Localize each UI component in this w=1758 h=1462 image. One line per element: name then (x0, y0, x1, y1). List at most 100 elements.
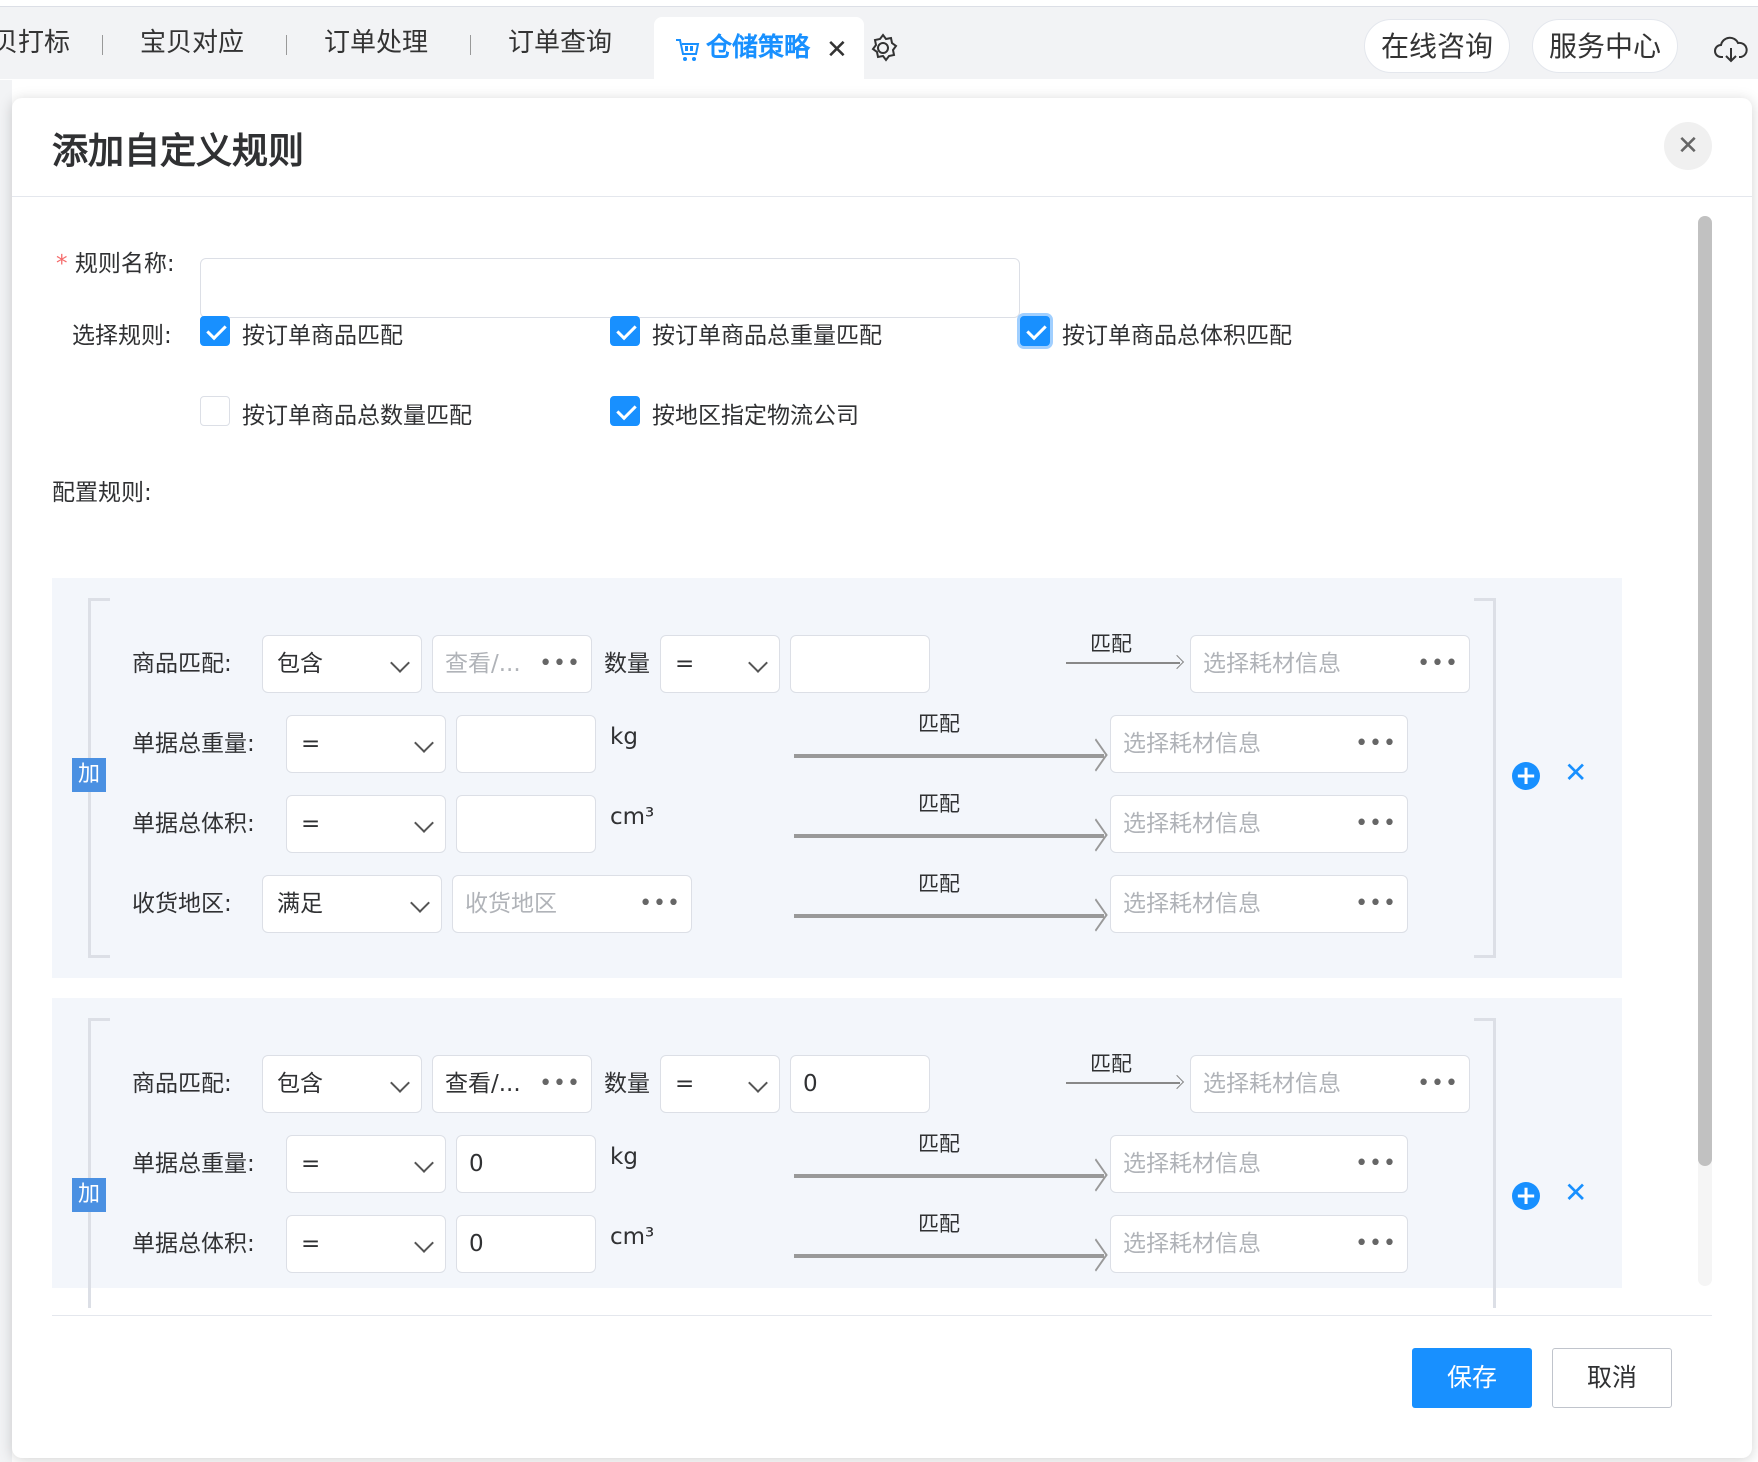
more-icon[interactable]: ••• (539, 636, 581, 692)
match-arrow (1066, 1082, 1180, 1084)
match-label: 匹配 (918, 872, 960, 896)
volume-op-value: = (301, 1231, 321, 1257)
quantity-op-value: = (675, 651, 695, 677)
weight-op-select[interactable]: = (286, 715, 446, 773)
material-select-field[interactable]: 选择耗材信息 ••• (1110, 875, 1408, 933)
gear-icon[interactable] (868, 33, 898, 63)
group-badge: 加 (72, 1178, 106, 1212)
material-select-field[interactable]: 选择耗材信息 ••• (1110, 715, 1408, 773)
chevron-down-icon (748, 1073, 768, 1093)
quantity-input[interactable]: 0 (790, 1055, 930, 1113)
online-consult-button[interactable]: 在线咨询 (1364, 19, 1510, 73)
checkbox-match-region[interactable] (610, 396, 640, 426)
checkbox-match-volume[interactable] (1020, 316, 1050, 346)
material-select-field[interactable]: 选择耗材信息 ••• (1110, 1135, 1408, 1193)
checkbox-match-weight[interactable] (610, 316, 640, 346)
more-icon[interactable]: ••• (1417, 636, 1459, 692)
material-select-field[interactable]: 选择耗材信息 ••• (1110, 795, 1408, 853)
volume-input[interactable] (456, 795, 596, 853)
rule-name-input[interactable] (200, 258, 1020, 318)
match-label: 匹配 (918, 1212, 960, 1236)
chevron-down-icon (414, 1153, 434, 1173)
checkbox-label: 按订单商品总重量匹配 (652, 323, 882, 349)
material-select-field[interactable]: 选择耗材信息 ••• (1190, 1055, 1470, 1113)
cloud-download-icon[interactable] (1714, 35, 1748, 65)
tab-order-query[interactable]: 订单查询 (508, 7, 612, 80)
bracket-left (88, 1018, 110, 1308)
volume-op-select[interactable]: = (286, 1215, 446, 1273)
save-button[interactable]: 保存 (1412, 1348, 1532, 1408)
quantity-input[interactable] (790, 635, 930, 693)
volume-input[interactable]: 0 (456, 1215, 596, 1273)
service-center-button[interactable]: 服务中心 (1532, 19, 1678, 73)
background-page (0, 80, 12, 1462)
match-label: 匹配 (918, 712, 960, 736)
required-mark: * (56, 251, 68, 277)
checkbox-match-product[interactable] (200, 316, 230, 346)
close-tab-icon[interactable]: ✕ (826, 35, 848, 65)
tab-print-mark[interactable]: 贝打标 (0, 7, 70, 80)
match-label: 匹配 (918, 792, 960, 816)
weight-input[interactable] (456, 715, 596, 773)
tab-item-mapping[interactable]: 宝贝对应 (140, 7, 244, 80)
select-rules-label: 选择规则: (72, 323, 172, 349)
add-rule-icon[interactable]: + (1512, 1182, 1540, 1210)
more-icon[interactable]: ••• (1355, 716, 1397, 772)
volume-op-value: = (301, 811, 321, 837)
material-select-field[interactable]: 选择耗材信息 ••• (1190, 635, 1470, 693)
delete-rule-icon[interactable]: ✕ (1564, 1176, 1587, 1209)
match-arrow (794, 754, 1104, 758)
material-placeholder: 选择耗材信息 (1203, 651, 1341, 677)
volume-op-select[interactable]: = (286, 795, 446, 853)
scrollbar-thumb[interactable] (1698, 216, 1712, 1166)
more-icon[interactable]: ••• (639, 876, 681, 932)
weight-op-select[interactable]: = (286, 1135, 446, 1193)
material-select-field[interactable]: 选择耗材信息 ••• (1110, 1215, 1408, 1273)
tab-warehouse-strategy[interactable]: 仓储策略 ✕ (654, 17, 864, 80)
product-view-field[interactable]: 查看/... ••• (432, 635, 592, 693)
chevron-down-icon (414, 733, 434, 753)
more-icon[interactable]: ••• (539, 1056, 581, 1112)
close-dialog-button[interactable]: ✕ (1664, 122, 1712, 170)
product-op-select[interactable]: 包含 (262, 635, 422, 693)
weight-label: 单据总重量: (132, 731, 255, 757)
more-icon[interactable]: ••• (1355, 876, 1397, 932)
region-op-value: 满足 (277, 891, 323, 917)
product-match-label: 商品匹配: (132, 1071, 232, 1097)
match-arrow (794, 914, 1104, 918)
cancel-button[interactable]: 取消 (1552, 1348, 1672, 1408)
more-icon[interactable]: ••• (1355, 1216, 1397, 1272)
more-icon[interactable]: ••• (1355, 796, 1397, 852)
chevron-down-icon (410, 893, 430, 913)
chevron-down-icon (390, 1073, 410, 1093)
product-match-label: 商品匹配: (132, 651, 232, 677)
region-op-select[interactable]: 满足 (262, 875, 442, 933)
add-rule-icon[interactable]: + (1512, 762, 1540, 790)
quantity-op-select[interactable]: = (660, 635, 780, 693)
weight-op-value: = (301, 1151, 321, 1177)
close-icon: ✕ (1677, 131, 1699, 161)
checkbox-label: 按地区指定物流公司 (652, 403, 859, 429)
material-placeholder: 选择耗材信息 (1123, 1151, 1261, 1177)
rule-name-label-text: 规则名称: (74, 251, 175, 277)
scrollbar[interactable] (1698, 216, 1712, 1286)
match-arrow (794, 1174, 1104, 1178)
rule-name-label: * 规则名称: (56, 244, 175, 278)
top-tab-bar: 贝打标 宝贝对应 订单处理 订单查询 仓储策略 ✕ 在线咨询 服务中心 (0, 6, 1758, 80)
product-op-select[interactable]: 包含 (262, 1055, 422, 1113)
tab-order-processing[interactable]: 订单处理 (324, 7, 428, 80)
checkbox-match-quantity[interactable] (200, 396, 230, 426)
quantity-op-select[interactable]: = (660, 1055, 780, 1113)
tab-separator (470, 35, 471, 55)
region-select-field[interactable]: 收货地区 ••• (452, 875, 692, 933)
match-arrow (794, 834, 1104, 838)
weight-input[interactable]: 0 (456, 1135, 596, 1193)
delete-rule-icon[interactable]: ✕ (1564, 756, 1587, 789)
tab-warehouse-strategy-label: 仓储策略 (706, 33, 811, 63)
more-icon[interactable]: ••• (1417, 1056, 1459, 1112)
more-icon[interactable]: ••• (1355, 1136, 1397, 1192)
product-view-field[interactable]: 查看/... ••• (432, 1055, 592, 1113)
quantity-value: 0 (803, 1071, 818, 1097)
quantity-op-value: = (675, 1071, 695, 1097)
volume-value: 0 (469, 1231, 484, 1257)
